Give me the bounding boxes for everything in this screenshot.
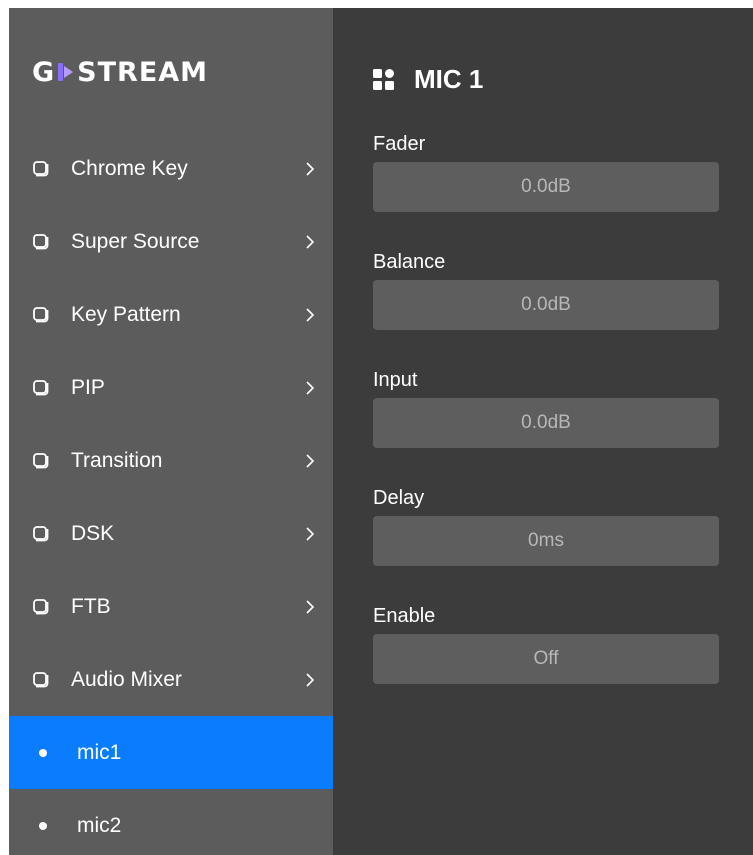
delay-field: Delay 0ms (373, 486, 719, 566)
chevron-right-icon (306, 599, 315, 614)
sidebar-item-pip[interactable]: PIP (9, 351, 333, 424)
rounded-square-icon (33, 160, 49, 176)
sidebar-item-super-source[interactable]: Super Source (9, 205, 333, 278)
balance-label: Balance (373, 251, 446, 273)
sidebar-item-dsk[interactable]: DSK (9, 497, 333, 570)
logo-text-left: G (32, 56, 56, 88)
sidebar-item-ftb[interactable]: FTB (9, 570, 333, 643)
fader-label: Fader (373, 133, 426, 155)
sidebar-item-label: FTB (71, 594, 111, 618)
chevron-right-icon (306, 526, 315, 541)
chevron-right-icon (306, 453, 315, 468)
panel-title-text: MIC 1 (414, 64, 484, 94)
balance-field: Balance 0.0dB (373, 250, 719, 330)
sidebar-subitem-label: mic1 (77, 740, 122, 764)
chevron-right-icon (306, 161, 315, 176)
sidebar-item-transition[interactable]: Transition (9, 424, 333, 497)
fader-input[interactable]: 0.0dB (373, 162, 719, 212)
rounded-square-icon (33, 671, 49, 687)
rounded-square-icon (33, 452, 49, 468)
grid-icon (373, 68, 394, 90)
sidebar-item-label: Key Pattern (71, 302, 181, 326)
rounded-square-icon (33, 306, 49, 322)
input-field: Input 0.0dB (373, 368, 719, 448)
sidebar-item-label: PIP (71, 375, 105, 399)
chevron-right-icon (306, 307, 315, 322)
bullet-icon (39, 748, 47, 757)
logo-play-icon (56, 61, 76, 83)
sidebar-subitem-mic2[interactable]: mic2 (9, 789, 333, 855)
chevron-right-icon (306, 672, 315, 687)
fader-field: Fader 0.0dB (373, 132, 719, 212)
sidebar-item-label: Audio Mixer (71, 667, 182, 691)
input-gain-input[interactable]: 0.0dB (373, 398, 719, 448)
sidebar: G STREAM Chrome Key Super Source Key Pat… (9, 8, 333, 855)
sidebar-item-label: Transition (71, 448, 163, 472)
sidebar-subitem-mic1[interactable]: mic1 (9, 716, 333, 789)
sidebar-subitem-label: mic2 (77, 813, 122, 837)
sidebar-item-audio-mixer[interactable]: Audio Mixer (9, 643, 333, 716)
chevron-right-icon (306, 234, 315, 249)
app-window: G STREAM Chrome Key Super Source Key Pat… (9, 8, 753, 855)
sidebar-item-label: DSK (71, 521, 115, 545)
chevron-right-icon (306, 380, 315, 395)
rounded-square-icon (33, 598, 49, 614)
sidebar-item-chrome-key[interactable]: Chrome Key (9, 132, 333, 205)
sidebar-item-label: Chrome Key (71, 156, 188, 180)
panel-title: MIC 1 (373, 64, 483, 95)
logo: G STREAM (32, 52, 208, 92)
rounded-square-icon (33, 525, 49, 541)
delay-label: Delay (373, 487, 425, 509)
settings-panel: MIC 1 Fader 0.0dB Balance 0.0dB Input 0.… (333, 8, 753, 855)
enable-field: Enable Off (373, 604, 719, 684)
enable-label: Enable (373, 605, 436, 627)
sidebar-item-key-pattern[interactable]: Key Pattern (9, 278, 333, 351)
rounded-square-icon (33, 379, 49, 395)
input-label: Input (373, 369, 418, 391)
bullet-icon (39, 821, 47, 830)
sidebar-menu: Chrome Key Super Source Key Pattern PIP (9, 132, 333, 855)
sidebar-item-label: Super Source (71, 229, 200, 253)
enable-select[interactable]: Off (373, 634, 719, 684)
rounded-square-icon (33, 233, 49, 249)
logo-text-right: STREAM (77, 56, 209, 88)
balance-input[interactable]: 0.0dB (373, 280, 719, 330)
delay-input[interactable]: 0ms (373, 516, 719, 566)
